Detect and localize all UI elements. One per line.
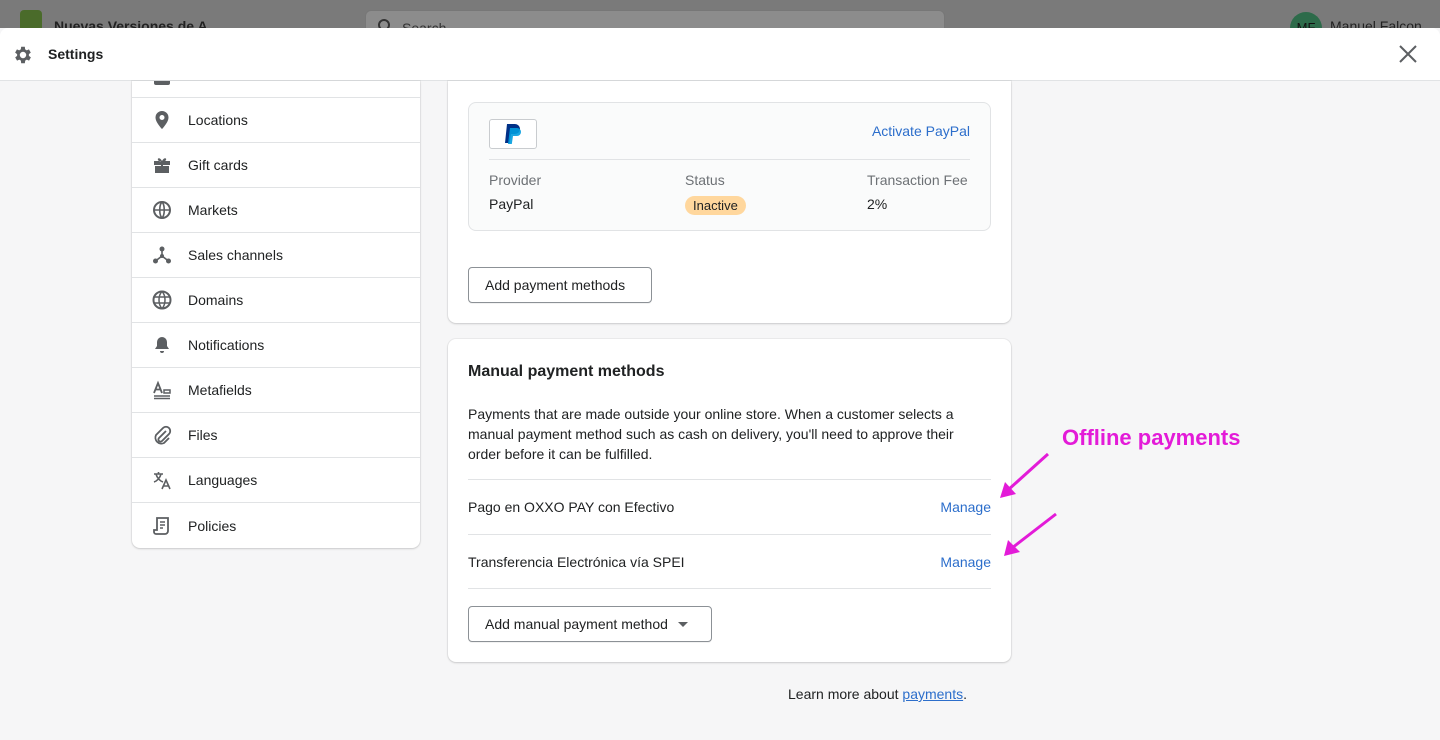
partial-item-icon xyxy=(154,81,170,85)
channels-icon xyxy=(153,246,171,264)
payment-method-name: Pago en OXXO PAY con Efectivo xyxy=(468,499,675,515)
sidebar-item-label: Files xyxy=(188,427,218,443)
sidebar-item-locations[interactable]: Locations xyxy=(132,98,420,143)
settings-modal-header: Settings xyxy=(0,28,1440,81)
arrow-icon xyxy=(1000,452,1057,556)
sidebar-item-label: Markets xyxy=(188,202,238,218)
sidebar-item-label: Domains xyxy=(188,292,244,308)
provider-column: Provider PayPal xyxy=(489,172,541,212)
paperclip-icon xyxy=(154,425,172,445)
policy-icon xyxy=(153,516,169,535)
sidebar-item-sales-channels[interactable]: Sales channels xyxy=(132,233,420,278)
sidebar-item-files[interactable]: Files xyxy=(132,413,420,458)
sidebar-item-label: Metafields xyxy=(188,382,252,398)
add-payment-methods-button[interactable]: Add payment methods xyxy=(468,267,652,303)
modal-title: Settings xyxy=(48,46,104,62)
fee-value: 2% xyxy=(867,196,888,212)
provider-header: Provider xyxy=(489,172,542,188)
sidebar-item-policies[interactable]: Policies xyxy=(132,503,420,548)
annotation-text: Offline payments xyxy=(1062,425,1241,450)
sidebar-item-partial[interactable] xyxy=(132,81,420,98)
close-icon[interactable] xyxy=(1396,42,1420,66)
user-name[interactable]: Manuel Falcon xyxy=(1330,18,1422,28)
metafields-icon xyxy=(153,380,171,400)
sidebar-item-label: Policies xyxy=(188,517,237,534)
learn-more-text: Learn more about payments. xyxy=(788,686,967,702)
sidebar-item-label: Notifications xyxy=(188,337,265,353)
paypal-p-icon xyxy=(505,124,521,144)
add-manual-label: Add manual payment method xyxy=(485,616,668,632)
sidebar-item-label: Locations xyxy=(188,112,248,128)
sidebar-item-label: Sales channels xyxy=(188,247,283,263)
learn-prefix: Learn more about xyxy=(788,686,903,702)
search-icon xyxy=(378,19,390,28)
gear-icon xyxy=(15,46,31,64)
manage-link[interactable]: Manage xyxy=(940,554,991,570)
fee-header: Transaction Fee xyxy=(867,172,968,188)
fee-column: Transaction Fee 2% xyxy=(867,172,968,212)
bell-icon xyxy=(155,337,169,353)
settings-sidebar: Locations Gift cards Markets Sales chann… xyxy=(132,81,420,548)
status-badge: Inactive xyxy=(685,196,746,215)
gift-icon xyxy=(154,158,170,173)
provider-value: PayPal xyxy=(489,196,534,212)
sidebar-item-label: Gift cards xyxy=(188,157,248,173)
globe-icon xyxy=(153,201,171,219)
add-manual-payment-method-button[interactable]: Add manual payment method xyxy=(468,606,712,642)
learn-suffix: . xyxy=(963,686,967,702)
section-description: Payments that are made outside your onli… xyxy=(468,406,954,462)
sidebar-item-domains[interactable]: Domains xyxy=(132,278,420,323)
sidebar-item-markets[interactable]: Markets xyxy=(132,188,420,233)
paypal-provider-box: Activate PayPal Provider PayPal Status I… xyxy=(468,102,991,231)
domain-globe-icon xyxy=(152,290,172,310)
sidebar-item-languages[interactable]: Languages xyxy=(132,458,420,503)
global-search-input[interactable]: Search xyxy=(365,10,945,28)
caret-down-icon xyxy=(677,621,688,627)
list-item: Transferencia Electrónica vía SPEI Manag… xyxy=(468,534,991,589)
avatar[interactable]: MF xyxy=(1290,12,1322,28)
search-placeholder: Search xyxy=(402,20,447,28)
list-item: Pago en OXXO PAY con Efectivo Manage xyxy=(468,479,991,534)
section-title: Manual payment methods xyxy=(468,363,665,380)
app-topbar: Nuevas Versiones de A Search MF Manuel F… xyxy=(0,0,1440,28)
status-header: Status xyxy=(685,172,725,188)
paypal-logo-icon xyxy=(489,119,537,149)
payment-method-name: Transferencia Electrónica vía SPEI xyxy=(468,553,685,570)
sidebar-item-metafields[interactable]: Metafields xyxy=(132,368,420,413)
sidebar-item-notifications[interactable]: Notifications xyxy=(132,323,420,368)
sidebar-item-gift-cards[interactable]: Gift cards xyxy=(132,143,420,188)
location-pin-icon xyxy=(155,111,169,129)
translate-icon xyxy=(153,472,171,490)
activate-paypal-link[interactable]: Activate PayPal xyxy=(872,123,970,139)
annotation-arrows xyxy=(1000,452,1057,556)
sidebar-item-label: Languages xyxy=(188,472,258,488)
manage-link[interactable]: Manage xyxy=(940,499,991,515)
payments-link[interactable]: payments xyxy=(902,686,963,702)
status-column: Status Inactive xyxy=(685,172,746,215)
store-name: Nuevas Versiones de A xyxy=(54,18,208,28)
payment-providers-card: Activate PayPal Provider PayPal Status I… xyxy=(448,81,1011,323)
shopify-logo-icon xyxy=(20,10,42,28)
provider-divider xyxy=(489,159,970,160)
manual-payment-methods-card: Manual payment methods Payments that are… xyxy=(448,339,1011,662)
